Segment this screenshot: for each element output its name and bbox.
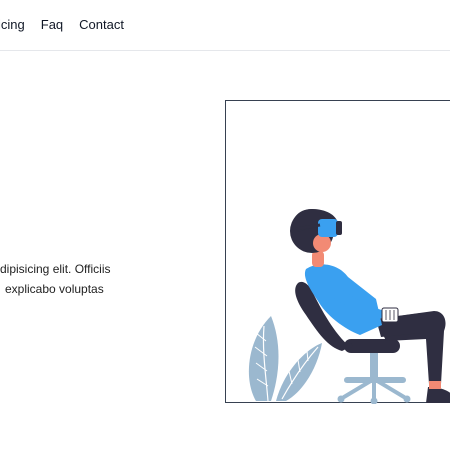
nav-link-contact[interactable]: Contact	[79, 17, 124, 32]
nav-link-faq[interactable]: Faq	[41, 17, 63, 32]
hero-illustration	[225, 100, 450, 404]
plant-icon	[248, 316, 322, 402]
vr-person-illustration	[248, 209, 450, 404]
nav-links: icing Faq Contact	[0, 17, 124, 32]
hero-description-line-1: dipisicing elit. Officiis	[0, 262, 111, 276]
hero-description: dipisicing elit. Officiis explicabo volu…	[0, 259, 172, 299]
navbar: icing Faq Contact	[0, 0, 450, 51]
hero-description-line-2: explicabo voluptas	[5, 282, 104, 296]
nav-link-pricing[interactable]: icing	[0, 17, 25, 32]
